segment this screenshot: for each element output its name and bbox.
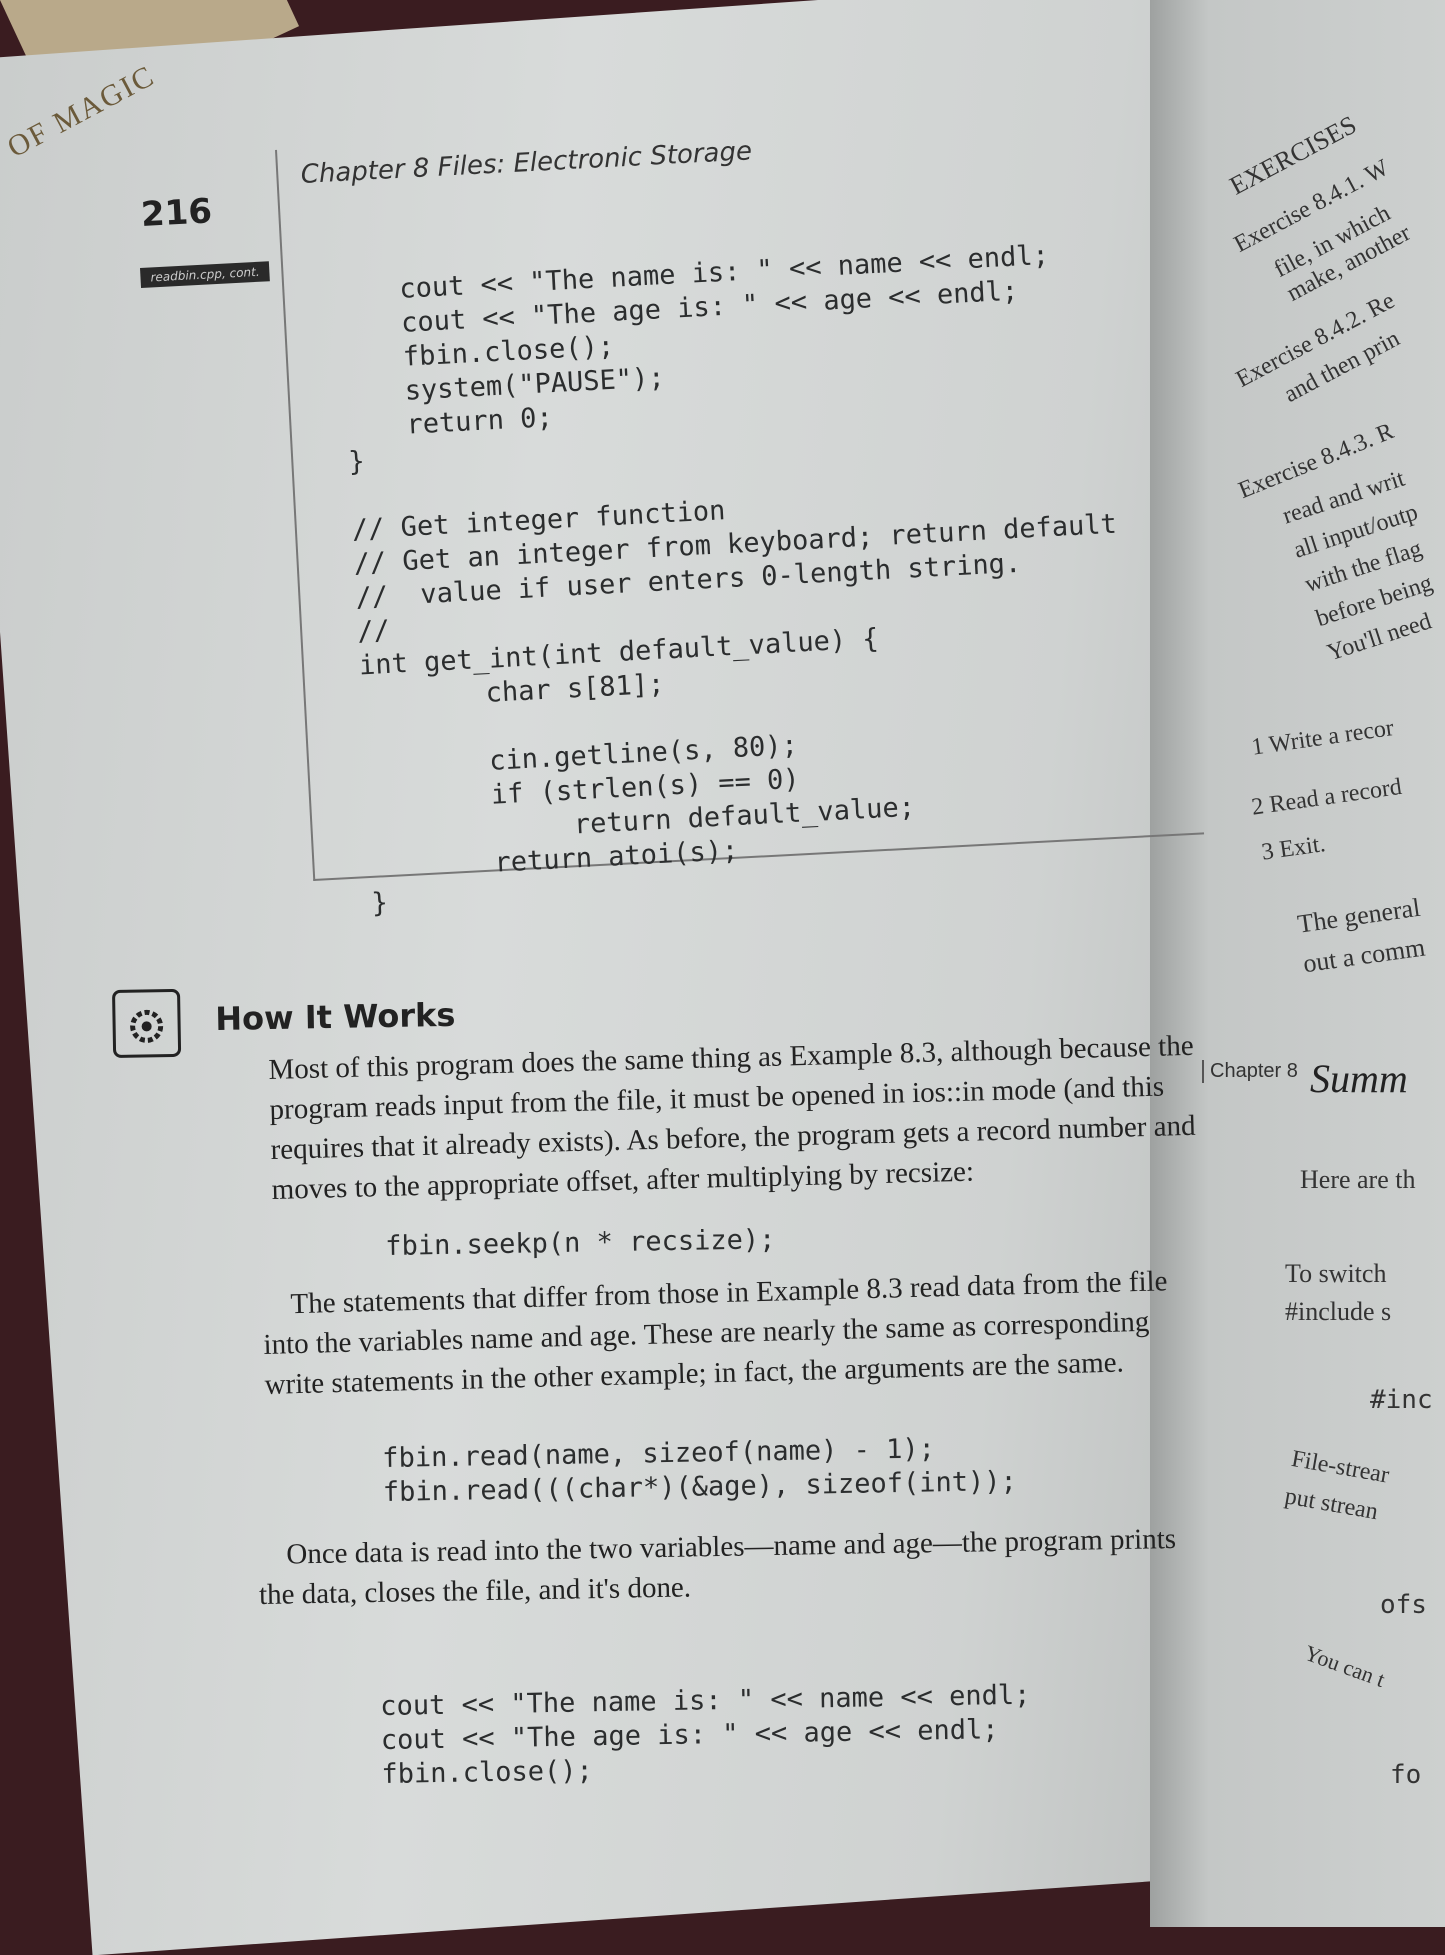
chapter-label: Chapter 8 — [1202, 1060, 1298, 1083]
bullet-3: You can t — [1301, 1640, 1389, 1692]
code-listing: cout << "The name is: " << name << endl;… — [348, 168, 1139, 986]
summary-intro: Here are th — [1300, 1165, 1416, 1194]
code-snippet-2: fbin.read(name, sizeof(name) - 1); fbin.… — [382, 1433, 1018, 1508]
how-it-works-icon — [112, 988, 182, 1058]
code-snippet-1: fbin.seekp(n * recsize); — [385, 1224, 776, 1262]
bullet-1-code: #inc — [1370, 1385, 1433, 1415]
file-tag: readbin.cpp, cont. — [140, 261, 271, 288]
paragraph-2: The statements that differ from those in… — [263, 1265, 1168, 1401]
section-title: How It Works — [215, 995, 456, 1038]
general-text: The general out a comm — [1295, 892, 1427, 979]
bullet-1: To switch #include s — [1285, 1259, 1392, 1326]
menu-item-1: 1 Write a recor — [1250, 715, 1396, 761]
page-number: 216 — [140, 191, 213, 235]
bullet-2: File-strear put strean — [1282, 1445, 1392, 1526]
exercise-8-4-3-text: read and writ all input/outp with the fl… — [1279, 465, 1436, 667]
paragraph-3: Once data is read into the two variables… — [258, 1522, 1177, 1611]
code-snippet-3: cout << "The name is: " << name << endl;… — [380, 1679, 1031, 1790]
paragraph-1: Most of this program does the same thing… — [268, 1029, 1196, 1206]
bullet-3-code: fo — [1390, 1760, 1422, 1790]
menu-item-3: 3 Exit. — [1260, 831, 1327, 866]
menu-item-2: 2 Read a record — [1250, 773, 1404, 821]
summary-heading: Summ — [1310, 1056, 1408, 1101]
bullet-2-code: ofs — [1380, 1590, 1427, 1620]
